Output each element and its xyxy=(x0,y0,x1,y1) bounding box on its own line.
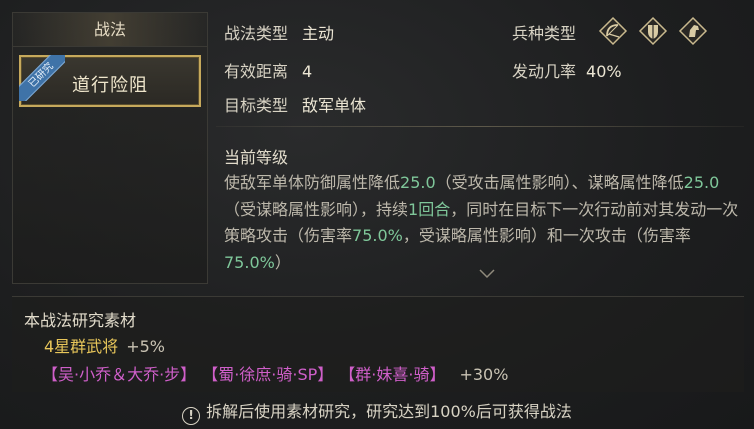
target-row: 目标类型 敌军单体 xyxy=(224,92,366,116)
range-row: 有效距离 4 xyxy=(224,58,312,82)
chevron-down-icon[interactable] xyxy=(478,268,496,280)
material-general-bonus: +5% xyxy=(126,337,165,356)
tactic-detail-panel: 战法 已研究 道行险阻 战法类型 主动 有效距离 4 目标类型 敌军单体 兵种类型 发… xyxy=(0,0,754,429)
desc-text: （受攻击属性影响）、谋略属性降低 xyxy=(435,173,684,192)
troop-type-label: 兵种类型 xyxy=(512,24,577,43)
desc-value: 25.0 xyxy=(683,173,720,192)
notice-text: 拆解后使用素材研究，研究达到100%后可获得战法 xyxy=(206,402,572,421)
tactic-panel-title: 战法 xyxy=(13,13,207,47)
trigger-rate-value: 40% xyxy=(586,62,622,81)
bow-icon[interactable] xyxy=(598,16,628,46)
warning-icon: ! xyxy=(182,407,201,425)
current-level-title: 当前等级 xyxy=(224,148,289,167)
material-heroes: 【吴·小乔＆大乔·步】 【蜀·徐庶·骑·SP】 【群·妹喜·骑】 +30% xyxy=(42,361,508,385)
shield-icon[interactable] xyxy=(638,16,668,46)
desc-text: （受谋略属性影响），持续 xyxy=(224,199,409,219)
trigger-rate-label: 发动几率 xyxy=(512,62,577,81)
desc-text: ，受谋略属性影响）和一次攻击（伤害率 xyxy=(402,226,691,245)
material-general-name: 4星群武将 xyxy=(44,337,119,356)
troop-icons xyxy=(598,16,708,46)
tactic-card[interactable]: 已研究 道行险阻 xyxy=(19,55,201,107)
research-notice: ! 拆解后使用素材研究，研究达到100%后可获得战法 xyxy=(0,398,754,425)
desc-text: 使敌军单体防御属性降低 xyxy=(224,173,401,192)
desc-value: 25.0 xyxy=(400,173,436,192)
material-general: 4星群武将 +5% xyxy=(44,333,165,357)
range-label: 有效距离 xyxy=(224,62,289,81)
material-heroes-bonus: +30% xyxy=(459,365,509,384)
cavalry-icon[interactable] xyxy=(678,16,708,46)
tactic-name: 道行险阻 xyxy=(72,75,148,96)
tactic-description: 使敌军单体防御属性降低25.0（受攻击属性影响）、谋略属性降低25.0（受谋略属… xyxy=(224,170,746,276)
desc-value: 75.0% xyxy=(352,226,403,245)
desc-text: ） xyxy=(274,252,291,272)
section-divider xyxy=(216,126,744,127)
tactic-panel: 战法 已研究 道行险阻 xyxy=(12,12,208,284)
desc-value: 75.0% xyxy=(224,252,275,272)
material-hero[interactable]: 【群·妹喜·骑】 xyxy=(347,365,445,384)
target-value: 敌军单体 xyxy=(302,96,367,115)
trigger-rate-row: 发动几率 40% xyxy=(512,58,622,82)
research-materials: 本战法研究素材 4星群武将 +5% 【吴·小乔＆大乔·步】 【蜀·徐庶·骑·SP】【… xyxy=(12,296,744,392)
troop-type-row: 兵种类型 xyxy=(512,20,576,44)
material-hero[interactable]: 【蜀·徐庶·骑·SP】 xyxy=(210,365,333,384)
range-value: 4 xyxy=(302,62,313,81)
materials-title: 本战法研究素材 xyxy=(24,311,137,330)
tactic-type-label: 战法类型 xyxy=(224,24,289,43)
material-hero[interactable]: 【吴·小乔＆大乔·步】 xyxy=(42,365,196,384)
desc-value: 1回合 xyxy=(408,199,451,219)
tactic-type-row: 战法类型 主动 xyxy=(224,20,334,44)
tactic-type-value: 主动 xyxy=(302,24,335,43)
target-label: 目标类型 xyxy=(224,96,289,115)
